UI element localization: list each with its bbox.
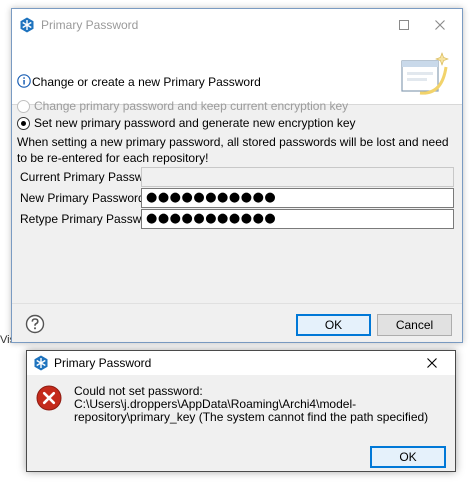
dialog-header: Change or create a new Primary Password: [12, 41, 462, 105]
close-button[interactable]: [417, 9, 463, 41]
error-path-line: C:\Users\j.droppers\AppData\Roaming\Arch…: [74, 397, 429, 424]
new-password-input[interactable]: ●●●●●●●●●●●: [141, 188, 454, 208]
app-icon: [34, 355, 48, 371]
new-password-label: New Primary Password:: [20, 191, 149, 205]
option-set-new-key[interactable]: Set new primary password and generate ne…: [17, 115, 356, 131]
header-message: Change or create a new Primary Password: [32, 75, 261, 89]
info-icon: [17, 74, 31, 88]
ok-button[interactable]: OK: [296, 314, 371, 336]
primary-password-dialog: Primary Password Change or create a new …: [11, 8, 463, 343]
error-dialog-title: Primary Password: [54, 356, 152, 370]
radio-button[interactable]: [17, 99, 30, 113]
radio-button[interactable]: [17, 116, 30, 130]
current-password-input[interactable]: [141, 167, 454, 187]
title-bar[interactable]: Primary Password: [12, 9, 462, 41]
option-label: Change primary password and keep current…: [34, 99, 349, 113]
maximize-icon: [399, 20, 409, 30]
close-icon: [435, 20, 445, 30]
warning-note: When setting a new primary password, all…: [17, 135, 449, 165]
option-change-keep-key[interactable]: Change primary password and keep current…: [17, 98, 348, 114]
error-close-button[interactable]: [409, 351, 455, 375]
close-icon: [427, 358, 437, 368]
button-bar-separator: [12, 303, 462, 304]
cancel-button[interactable]: Cancel: [377, 314, 452, 336]
help-icon[interactable]: [25, 314, 45, 334]
error-dialog: Primary Password Could not set password:…: [26, 350, 456, 472]
app-icon: [20, 17, 34, 33]
retype-password-input[interactable]: ●●●●●●●●●●●: [141, 209, 454, 229]
dialog-title: Primary Password: [41, 18, 139, 32]
error-ok-button[interactable]: OK: [370, 446, 446, 468]
wizard-banner-icon: [401, 52, 449, 95]
error-message: Could not set password: C:\Users\j.dropp…: [74, 385, 450, 424]
error-icon: [36, 385, 62, 411]
error-title-bar[interactable]: Primary Password: [27, 351, 455, 375]
option-label: Set new primary password and generate ne…: [34, 116, 356, 130]
